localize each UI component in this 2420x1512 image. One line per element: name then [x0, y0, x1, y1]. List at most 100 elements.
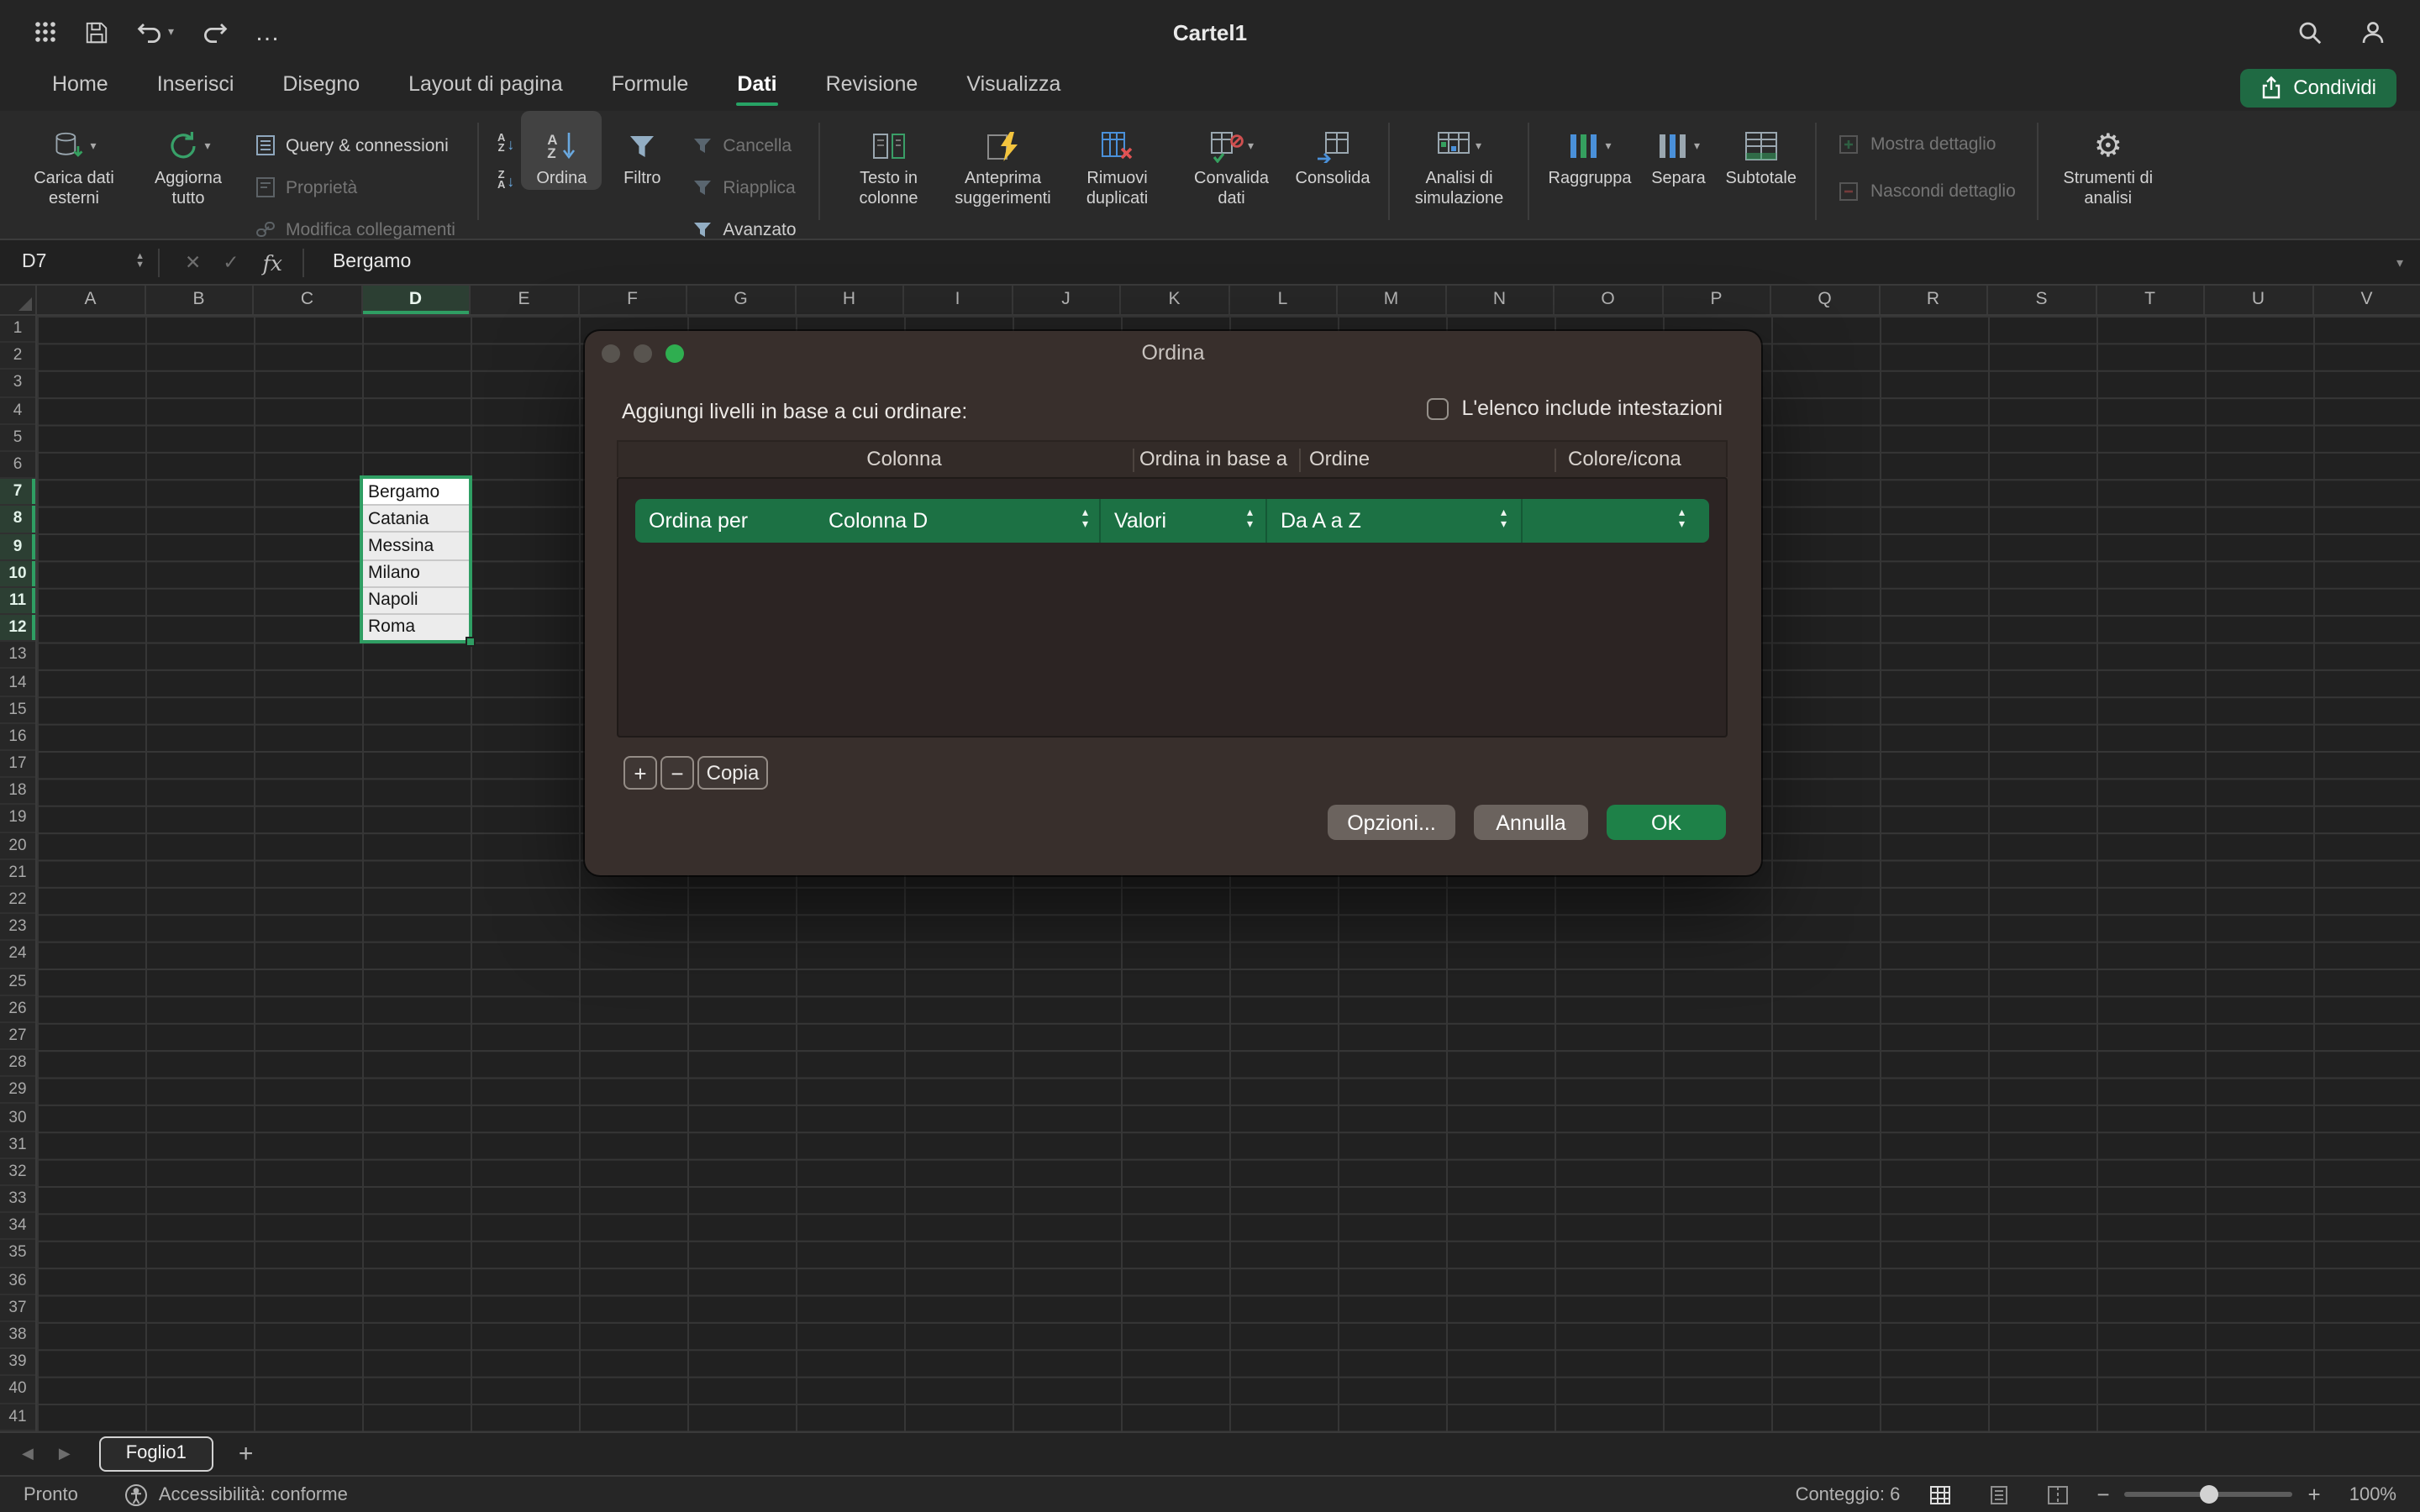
redo-icon[interactable] [201, 20, 228, 44]
row-header-27[interactable]: 27 [0, 1023, 35, 1050]
column-header-J[interactable]: J [1013, 286, 1121, 314]
sheet-tab-foglio1[interactable]: Foglio1 [99, 1436, 213, 1472]
column-header-F[interactable]: F [579, 286, 687, 314]
cancel-button[interactable]: Annulla [1474, 805, 1588, 840]
row-header-5[interactable]: 5 [0, 425, 35, 452]
tab-formule[interactable]: Formule [610, 69, 691, 106]
tab-home[interactable]: Home [50, 69, 110, 106]
row-header-8[interactable]: 8 [0, 507, 35, 533]
column-header-L[interactable]: L [1229, 286, 1338, 314]
ribbon-rimuovi-duplicati-button[interactable]: Rimuovi duplicati [1060, 111, 1175, 208]
ribbon-raggruppa-button[interactable]: ▾ Raggruppa [1542, 111, 1639, 189]
formula-input[interactable]: Bergamo [333, 252, 411, 272]
row-header-17[interactable]: 17 [0, 751, 35, 778]
ribbon-mostra-dettaglio-button[interactable]: Mostra dettaglio [1839, 131, 2016, 158]
column-header-R[interactable]: R [1880, 286, 1988, 314]
column-header-U[interactable]: U [2205, 286, 2313, 314]
row-header-9[interactable]: 9 [0, 533, 35, 560]
row-header-2[interactable]: 2 [0, 343, 35, 370]
column-dropdown-value[interactable]: Colonna D [829, 499, 928, 543]
row-header-18[interactable]: 18 [0, 778, 35, 805]
row-header-4[interactable]: 4 [0, 397, 35, 424]
row-header-36[interactable]: 36 [0, 1268, 35, 1294]
column-header-T[interactable]: T [2096, 286, 2205, 314]
ribbon-proprieta-button[interactable]: Proprietà [255, 170, 455, 205]
ribbon-query-connessioni-button[interactable]: Query & connessioni [255, 128, 455, 163]
ribbon-separa-button[interactable]: ▾ Separa [1638, 111, 1718, 189]
row-header-1[interactable]: 1 [0, 316, 35, 343]
ribbon-convalida-dati-button[interactable]: ▾ Convalida dati [1175, 111, 1289, 208]
zoom-percentage[interactable]: 100% [2349, 1484, 2396, 1504]
row-header-32[interactable]: 32 [0, 1159, 35, 1186]
ribbon-modifica-collegamenti-button[interactable]: Modifica collegamenti [255, 212, 455, 247]
row-header-39[interactable]: 39 [0, 1349, 35, 1376]
row-header-10[interactable]: 10 [0, 560, 35, 587]
undo-menu-chevron-icon[interactable]: ▾ [168, 25, 174, 39]
column-header-P[interactable]: P [1663, 286, 1771, 314]
row-header-20[interactable]: 20 [0, 832, 35, 859]
tab-inserisci[interactable]: Inserisci [155, 69, 236, 106]
ok-button[interactable]: OK [1607, 805, 1726, 840]
order-dropdown-stepper-icon[interactable]: ▴▾ [1501, 509, 1507, 531]
formula-bar-expand-icon[interactable]: ▾ [2396, 255, 2403, 270]
prev-sheet-icon[interactable]: ◀ [22, 1445, 34, 1463]
ribbon-carica-dati-esterni-button[interactable]: ▾ Carica dati esterni [17, 111, 131, 208]
sort-on-dropdown-stepper-icon[interactable]: ▴▾ [1247, 509, 1253, 531]
row-header-23[interactable]: 23 [0, 914, 35, 941]
options-button[interactable]: Opzioni... [1328, 805, 1455, 840]
row-header-25[interactable]: 25 [0, 969, 35, 995]
next-sheet-icon[interactable]: ▶ [59, 1445, 71, 1463]
page-break-view-icon[interactable] [2046, 1484, 2068, 1504]
add-level-button[interactable]: + [623, 756, 657, 790]
share-button[interactable]: Condividi [2239, 68, 2396, 107]
select-all-corner[interactable] [0, 286, 37, 314]
ribbon-filtro-button[interactable]: Filtro [602, 111, 682, 189]
cell-D10[interactable]: Milano [363, 560, 469, 587]
column-header-D[interactable]: D [362, 286, 471, 314]
insert-function-button[interactable]: fx [263, 249, 282, 275]
headers-checkbox[interactable] [1426, 397, 1448, 419]
zoom-in-icon[interactable]: + [2308, 1482, 2321, 1507]
tab-disegno[interactable]: Disegno [281, 69, 361, 106]
column-header-V[interactable]: V [2313, 286, 2420, 314]
accessibility-status[interactable]: Accessibilità: conforme [125, 1483, 348, 1506]
row-header-14[interactable]: 14 [0, 669, 35, 696]
row-header-31[interactable]: 31 [0, 1131, 35, 1158]
sort-on-dropdown-value[interactable]: Valori [1114, 499, 1166, 543]
column-header-G[interactable]: G [687, 286, 796, 314]
copy-level-button[interactable]: Copia [697, 756, 768, 790]
row-header-41[interactable]: 41 [0, 1404, 35, 1431]
save-icon[interactable] [84, 19, 109, 45]
tab-layout-di-pagina[interactable]: Layout di pagina [407, 69, 565, 106]
ribbon-ordina-button[interactable]: AZ Ordina [521, 111, 602, 189]
column-header-O[interactable]: O [1555, 286, 1663, 314]
row-header-38[interactable]: 38 [0, 1322, 35, 1349]
sort-descending-button[interactable]: ZA↓ [494, 165, 518, 197]
tab-visualizza[interactable]: Visualizza [965, 69, 1062, 106]
row-header-34[interactable]: 34 [0, 1213, 35, 1240]
cell-D11[interactable]: Napoli [363, 587, 469, 614]
ribbon-nascondi-dettaglio-button[interactable]: Nascondi dettaglio [1839, 178, 2016, 205]
column-header-K[interactable]: K [1121, 286, 1229, 314]
ribbon-anteprima-suggerimenti-button[interactable]: Anteprima suggerimenti [946, 111, 1060, 208]
sort-levels-list[interactable]: Ordina per Colonna D ▴▾ Valori ▴▾ Da A a… [617, 477, 1728, 738]
row-header-40[interactable]: 40 [0, 1377, 35, 1404]
column-header-B[interactable]: B [145, 286, 254, 314]
ribbon-cancella-button[interactable]: Cancella [692, 128, 796, 163]
remove-level-button[interactable]: − [660, 756, 694, 790]
ribbon-aggiorna-tutto-button[interactable]: ▾ Aggiorna tutto [131, 111, 245, 208]
column-header-C[interactable]: C [254, 286, 362, 314]
row-header-19[interactable]: 19 [0, 806, 35, 832]
order-dropdown-value[interactable]: Da A a Z [1281, 499, 1361, 543]
selected-range[interactable]: BergamoCataniaMessinaMilanoNapoliRoma [360, 475, 472, 643]
column-header-N[interactable]: N [1446, 286, 1555, 314]
fill-handle[interactable] [466, 637, 476, 647]
app-launcher-icon[interactable] [34, 20, 57, 44]
row-header-13[interactable]: 13 [0, 643, 35, 669]
add-sheet-button[interactable]: + [239, 1440, 254, 1468]
cancel-entry-icon[interactable]: ✕ [185, 250, 201, 274]
ribbon-testo-in-colonne-button[interactable]: Testo in colonne [832, 111, 946, 208]
row-header-29[interactable]: 29 [0, 1078, 35, 1105]
normal-view-icon[interactable] [1928, 1484, 1950, 1504]
cell-D8[interactable]: Catania [363, 506, 469, 533]
